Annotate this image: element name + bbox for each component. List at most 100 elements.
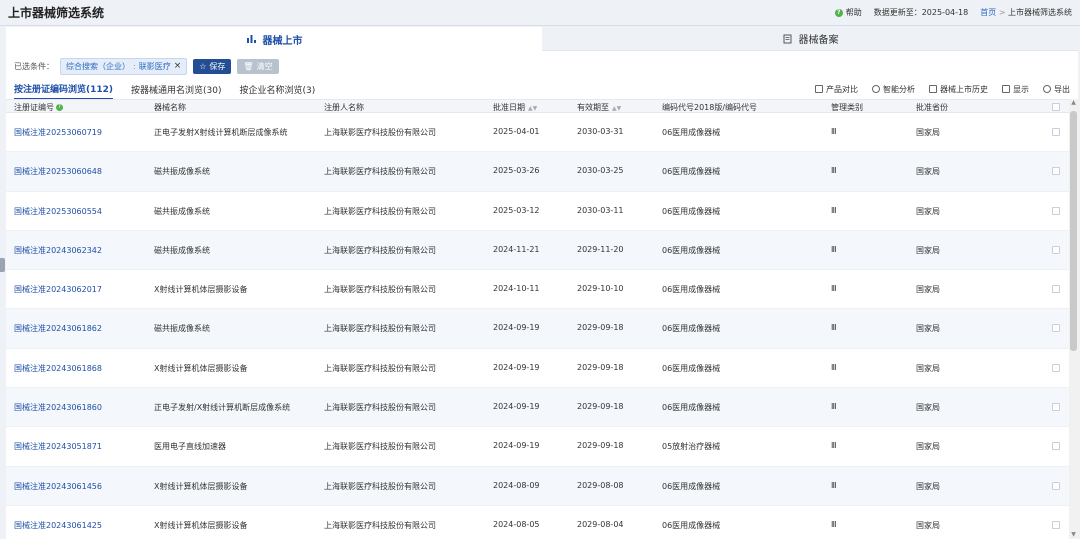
browse-tab-by-name[interactable]: 按器械通用名浏览(30) [131,80,221,99]
cell-reg-no[interactable]: 国械注准20243062017 [14,284,102,295]
filter-chip[interactable]: 综合搜索（企业） : 联影医疗 × [60,57,188,75]
filters-label: 已选条件： [14,61,54,71]
row-checkbox[interactable] [1052,167,1060,176]
header-valid-until[interactable]: 有效期至 ▲▼ [577,102,621,113]
row-checkbox[interactable] [1052,520,1060,529]
cell-category: 06医用成像器械 [662,128,721,137]
table-row[interactable]: 国械注准20243062017 X射线计算机体层摄影设备 上海联影医疗科技股份有限公… [6,270,1078,310]
row-checkbox[interactable] [1052,403,1060,412]
cell-reg-no[interactable]: 国械注准20243061456 [14,481,102,492]
analysis-button[interactable]: 智能分析 [872,84,915,95]
tab-label: 器械备案 [798,35,839,46]
table-row[interactable]: 国械注准20253060554 磁共振成像系统 上海联影医疗科技股份有限公司 2025… [6,191,1078,231]
cell-reg-no[interactable]: 国械注准20243061860 [14,402,102,413]
export-button[interactable]: 导出 [1043,84,1070,95]
scroll-down-arrow-icon[interactable]: ▼ [1069,531,1078,539]
scroll-up-arrow-icon[interactable]: ▲ [1069,99,1078,107]
checkbox[interactable] [1052,167,1060,176]
select-all-checkbox[interactable] [1052,103,1060,111]
breadcrumb-separator: > [998,8,1006,17]
cell-approval-date: 2024-08-09 [493,480,540,490]
table-row[interactable]: 国械注准20243051871 医用电子直线加速器 上海联影医疗科技股份有限公司 20… [6,427,1078,467]
table-row[interactable]: 国械注准20243061456 X射线计算机体层摄影设备 上海联影医疗科技股份有限公… [6,466,1078,506]
cell-device-name: X射线计算机体层摄影设备 [154,520,248,530]
cell-reg-no[interactable]: 国械注准20243061868 [14,363,102,374]
history-icon [929,85,937,93]
cell-class: Ⅲ [831,205,837,215]
breadcrumb-home[interactable]: 首页 [980,8,996,17]
cell-reg-no[interactable]: 国械注准20243061862 [14,323,102,334]
cell-device-name: 磁共振成像系统 [154,167,210,177]
export-icon [1043,85,1051,93]
cell-province: 国家局 [916,442,940,452]
sort-icon[interactable]: ▲▼ [528,105,537,112]
breadcrumb-current: 上市器械筛选系统 [1008,8,1072,17]
checkbox[interactable] [1052,403,1060,412]
checkbox[interactable] [1052,324,1060,333]
tab-device-listing[interactable]: 器械上市 [6,27,542,51]
cell-province: 国家局 [916,363,940,373]
table-row[interactable]: 国械注准20243061860 正电子发射/X射线计算机断层成像系统 上海联影医疗科… [6,388,1078,428]
clear-button[interactable]: 🗑 清空 [237,58,279,74]
table-row[interactable]: 国械注准20253060719 正电子发射X射线计算机断层成像系统 上海联影医疗科技… [6,113,1078,153]
cell-category: 06医用成像器械 [662,403,721,413]
checkbox[interactable] [1052,481,1060,490]
row-checkbox[interactable] [1052,128,1060,136]
checkbox[interactable] [1052,245,1060,254]
table-row[interactable]: 国械注准20243061868 X射线计算机体层摄影设备 上海联影医疗科技股份有限公… [6,348,1078,389]
star-icon: ☆ [199,61,207,71]
cell-reg-no[interactable]: 国械注准20243051871 [14,441,102,452]
collapse-handle[interactable] [0,258,5,272]
cell-reg-no[interactable]: 国械注准20253060719 [14,127,102,138]
checkbox[interactable] [1052,285,1060,294]
help-label: 帮助 [845,8,862,17]
help-link[interactable]: ? 帮助 [834,7,862,18]
header-device-name: 器械名称 [154,103,186,112]
chip-value: 联影医疗 [138,61,171,71]
row-checkbox[interactable] [1052,363,1060,372]
cell-province: 国家局 [916,128,940,137]
save-button[interactable]: ☆ 保存 [193,58,232,74]
cell-approval-date: 2024-09-19 [493,402,540,412]
cell-reg-no[interactable]: 国械注准20253060554 [14,206,102,217]
table-row[interactable]: 国械注准20243061425 X射线计算机体层摄影设备 上海联影医疗科技股份有限公… [6,505,1078,539]
table-row[interactable]: 国械注准20253060648 磁共振成像系统 上海联影医疗科技股份有限公司 2025… [6,152,1078,192]
cell-category: 06医用成像器械 [662,206,721,216]
browse-tab-by-company[interactable]: 按企业名称浏览(3) [240,80,316,99]
scrollbar[interactable]: ▲ ▼ [1069,99,1078,539]
checkbox[interactable] [1052,442,1060,451]
checkbox[interactable] [1052,128,1060,136]
cell-reg-no[interactable]: 国械注准20243062342 [14,245,102,256]
cell-reg-no[interactable]: 国械注准20243061425 [14,520,102,531]
row-checkbox[interactable] [1052,442,1060,451]
help-icon[interactable]: ? [56,104,63,111]
analysis-icon [872,85,880,93]
cell-registrant: 上海联影医疗科技股份有限公司 [324,403,436,413]
sort-icon[interactable]: ▲▼ [612,105,621,112]
row-checkbox[interactable] [1052,324,1060,333]
cell-valid-until: 2029-09-18 [577,362,624,372]
close-icon[interactable]: × [174,61,182,71]
row-checkbox[interactable] [1052,285,1060,294]
row-checkbox[interactable] [1052,206,1060,215]
checkbox[interactable] [1052,363,1060,372]
history-button[interactable]: 器械上市历史 [929,84,988,95]
browse-tab-by-code[interactable]: 按注册证编码浏览(112) [14,79,114,100]
scroll-thumb[interactable] [1070,111,1077,351]
display-button[interactable]: 显示 [1002,84,1029,95]
table-row[interactable]: 国械注准20243062342 磁共振成像系统 上海联影医疗科技股份有限公司 2024… [6,230,1078,271]
row-checkbox[interactable] [1052,481,1060,490]
compare-button[interactable]: 产品对比 [815,84,858,95]
chip-key: 综合搜索（企业） [66,61,130,71]
checkbox[interactable] [1052,103,1060,111]
checkbox[interactable] [1052,520,1060,529]
results-table: 注册证编号? 器械名称 注册人名称 批准日期 ▲▼ 有效期至 ▲▼ 编码代号2018… [6,99,1078,539]
cell-device-name: 正电子发射X射线计算机断层成像系统 [154,128,288,137]
header-approval-date[interactable]: 批准日期 ▲▼ [493,102,537,113]
cell-reg-no[interactable]: 国械注准20253060648 [14,166,102,177]
checkbox[interactable] [1052,206,1060,215]
table-row[interactable]: 国械注准20243061862 磁共振成像系统 上海联影医疗科技股份有限公司 2024… [6,309,1078,349]
cell-valid-until: 2029-09-18 [577,441,624,451]
tab-device-filing[interactable]: 器械备案 [542,27,1078,51]
row-checkbox[interactable] [1052,245,1060,254]
